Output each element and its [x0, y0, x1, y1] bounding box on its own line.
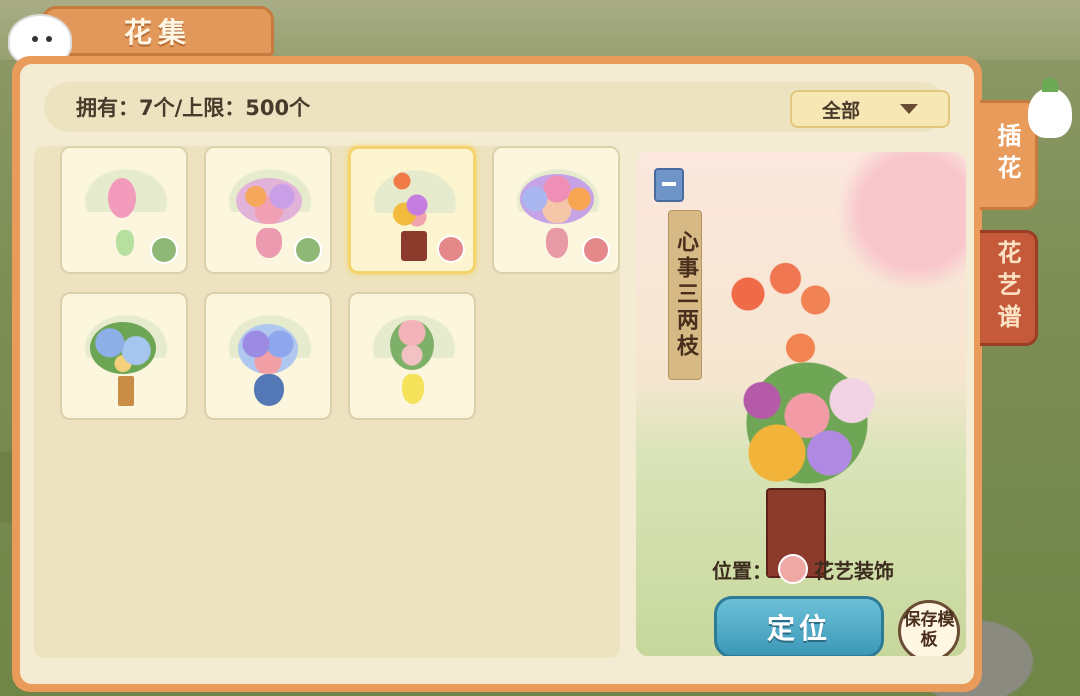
- page-title: 花集: [123, 16, 192, 49]
- badge-pink-icon: [582, 236, 610, 264]
- arrangement-card-7[interactable]: [348, 292, 476, 420]
- decoration-icon: [778, 554, 808, 584]
- save-template-button[interactable]: 保存模板: [898, 600, 960, 656]
- pink-flower-icon: [108, 178, 136, 218]
- arrangement-card-3[interactable]: [348, 146, 476, 274]
- tab-flower-recipes[interactable]: 花艺谱: [980, 230, 1038, 346]
- location-row: 位置： 花艺装饰: [712, 554, 894, 584]
- yellow-vase-icon: [402, 374, 424, 404]
- blue-flowers-icon: [90, 322, 156, 374]
- blue-vase-icon: [254, 374, 284, 406]
- badge-green-icon: [150, 236, 178, 264]
- owned-count: 拥有：7个/上限：500个: [76, 96, 311, 120]
- arrangement-card-5[interactable]: [60, 292, 188, 420]
- location-label: 位置：: [712, 558, 772, 583]
- green-vase-icon: [116, 230, 134, 256]
- location-value: 花艺装饰: [814, 558, 894, 583]
- chevron-down-icon: [900, 104, 918, 114]
- wood-vase-icon: [118, 376, 134, 406]
- panel-inner: 拥有：7个/上限：500个 全部 心事三两枝 位置： 花艺装饰 定位 保存模板: [20, 64, 974, 684]
- badge-green-icon: [294, 236, 322, 264]
- filter-dropdown[interactable]: 全部: [790, 90, 950, 128]
- arrangement-card-6[interactable]: [204, 292, 332, 420]
- lantern-flowers-icon: [387, 169, 437, 229]
- mixed-flowers-icon: [236, 178, 302, 224]
- badge-pink-icon: [437, 235, 465, 263]
- arrangement-name: 心事三两枝: [668, 210, 702, 380]
- arrangement-card-1[interactable]: [60, 146, 188, 274]
- arrangement-preview: 心事三两枝 位置： 花艺装饰 定位 保存模板: [636, 152, 966, 656]
- title-tab: 花集: [42, 6, 274, 56]
- collection-panel: 拥有：7个/上限：500个 全部 心事三两枝 位置： 花艺装饰 定位 保存模板: [12, 56, 982, 692]
- red-vase-icon: [401, 231, 427, 261]
- bouquet-icon: [520, 174, 594, 224]
- arrangement-grid: [34, 146, 620, 658]
- pink-vase-icon: [546, 228, 568, 258]
- locate-button[interactable]: 定位: [714, 596, 884, 656]
- arrangement-card-4[interactable]: [492, 146, 620, 274]
- peony-icon: [390, 320, 434, 370]
- bouquet-icon: [732, 348, 882, 498]
- filter-selected: 全部: [821, 99, 860, 122]
- arrangement-card-2[interactable]: [204, 146, 332, 274]
- pink-vase-icon: [256, 228, 282, 258]
- bookmark-icon[interactable]: [654, 168, 684, 202]
- purple-flowers-icon: [238, 324, 298, 374]
- radish-mascot-icon: [1028, 78, 1072, 138]
